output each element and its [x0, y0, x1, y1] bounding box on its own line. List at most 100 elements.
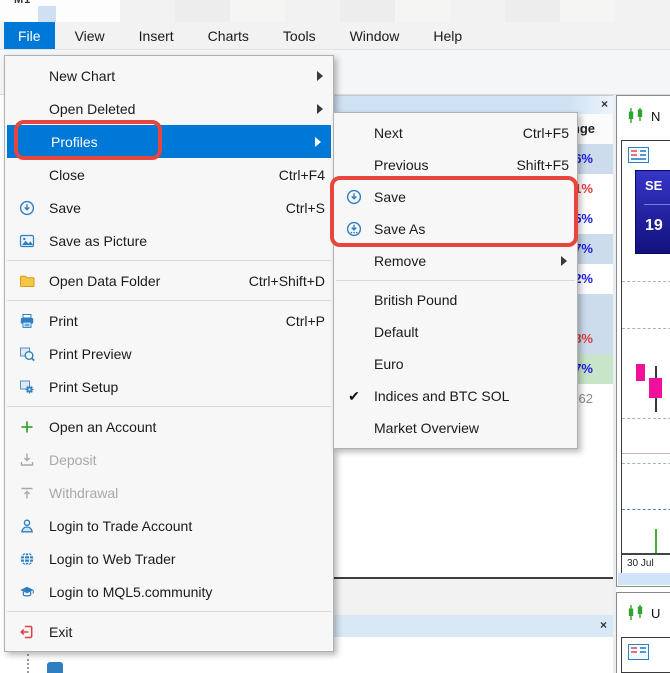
- menu-item-shortcut: Ctrl+Shift+D: [249, 273, 325, 289]
- menu-item-save-as-picture[interactable]: Save as Picture: [5, 224, 333, 257]
- profiles-submenu: Next Ctrl+F5 Previous Shift+F5 Save Save…: [333, 112, 578, 449]
- menu-item-shortcut: Shift+F5: [516, 157, 569, 173]
- sell-price-fragment: 19: [645, 217, 663, 235]
- submenu-item-next[interactable]: Next Ctrl+F5: [334, 117, 577, 149]
- submenu-arrow-icon: [317, 104, 323, 114]
- window-titlebar: M1: [0, 0, 670, 22]
- menu-separator: [7, 611, 331, 612]
- menu-item-label: Withdrawal: [49, 485, 118, 501]
- quotes-table-icon[interactable]: [628, 147, 649, 163]
- graduation-cap-icon: [5, 584, 49, 600]
- chart-window-1: N SE 19: [616, 95, 670, 587]
- print-preview-icon: [5, 346, 49, 362]
- chart-window-1-title: N: [627, 108, 660, 124]
- submenu-item-default[interactable]: Default: [334, 316, 577, 348]
- grid-line: [622, 463, 670, 464]
- chart-symbol-fragment: N: [651, 109, 660, 124]
- chart-canvas-1[interactable]: SE 19 30 Jul: [621, 140, 670, 574]
- menu-item-print[interactable]: Print Ctrl+P: [5, 304, 333, 337]
- candlestick: [649, 378, 662, 398]
- menu-item-label: Close: [49, 167, 85, 183]
- menu-item-label: Market Overview: [374, 420, 479, 436]
- menu-view[interactable]: View: [61, 22, 119, 49]
- menu-item-open-an-account[interactable]: Open an Account: [5, 410, 333, 443]
- titlebar-mottle: [120, 0, 670, 22]
- menu-item-label: Next: [374, 125, 403, 141]
- menu-item-label: Indices and BTC SOL: [374, 388, 509, 404]
- menu-item-shortcut: Ctrl+F5: [523, 125, 569, 141]
- menu-item-save[interactable]: Save Ctrl+S: [5, 191, 333, 224]
- x-axis: [622, 553, 670, 555]
- bottom-panel: ×: [330, 577, 613, 673]
- menu-item-new-chart[interactable]: New Chart: [5, 59, 333, 92]
- menu-item-deposit: Deposit: [5, 443, 333, 476]
- deposit-icon: [5, 452, 49, 468]
- price-level-line: [622, 453, 670, 454]
- submenu-item-remove[interactable]: Remove: [334, 245, 577, 277]
- sell-label-fragment: SE: [645, 178, 662, 193]
- chart-window-2-title: U: [627, 605, 660, 621]
- menu-item-label: Open Deleted: [49, 101, 135, 117]
- withdrawal-icon: [5, 485, 49, 501]
- x-axis-date-label: 30 Jul: [627, 558, 654, 569]
- grid-line: [622, 281, 670, 282]
- grid-line: [622, 328, 670, 329]
- menu-file[interactable]: File: [4, 22, 55, 49]
- one-click-sell-button[interactable]: SE 19: [635, 170, 670, 254]
- menu-item-print-preview[interactable]: Print Preview: [5, 337, 333, 370]
- menu-item-print-setup[interactable]: Print Setup: [5, 370, 333, 403]
- menu-separator: [336, 280, 575, 281]
- menu-item-label: Deposit: [49, 452, 96, 468]
- grid-line: [622, 418, 670, 419]
- bottom-panel-header: ×: [330, 615, 613, 637]
- close-icon[interactable]: ×: [600, 618, 607, 632]
- submenu-arrow-icon: [317, 71, 323, 81]
- titlebar-button-fragment: [38, 6, 56, 22]
- menu-item-label: British Pound: [374, 292, 457, 308]
- submenu-item-euro[interactable]: Euro: [334, 348, 577, 380]
- chart-window-1-scroll-strip[interactable]: [618, 573, 670, 585]
- menu-window[interactable]: Window: [336, 22, 414, 49]
- menu-item-login-web-trader[interactable]: Login to Web Trader: [5, 542, 333, 575]
- print-setup-icon: [5, 379, 49, 395]
- submenu-item-market-overview[interactable]: Market Overview: [334, 412, 577, 444]
- menu-item-login-mql5[interactable]: Login to MQL5.community: [5, 575, 333, 608]
- menu-item-login-trade-account[interactable]: Login to Trade Account: [5, 509, 333, 542]
- menu-item-label: Print Setup: [49, 379, 118, 395]
- menu-item-label: New Chart: [49, 68, 115, 84]
- menu-item-label: Euro: [374, 356, 404, 372]
- menu-item-shortcut: Ctrl+S: [286, 200, 325, 216]
- submenu-item-british-pound[interactable]: British Pound: [334, 284, 577, 316]
- globe-icon: [5, 551, 49, 567]
- menu-item-shortcut: Ctrl+P: [286, 313, 325, 329]
- menu-insert[interactable]: Insert: [125, 22, 188, 49]
- tree-node-icon: [47, 662, 63, 673]
- picture-icon: [5, 233, 49, 249]
- tree-branch-line: [27, 654, 29, 673]
- menu-item-label: Save: [49, 200, 81, 216]
- volume-bar: [655, 529, 657, 553]
- plus-icon: [5, 419, 49, 435]
- checkmark-icon: ✔: [334, 388, 374, 405]
- submenu-item-indices-and-btc-sol[interactable]: ✔ Indices and BTC SOL: [334, 380, 577, 412]
- menu-tools[interactable]: Tools: [269, 22, 330, 49]
- person-icon: [5, 518, 49, 534]
- menu-help[interactable]: Help: [419, 22, 476, 49]
- menu-item-close[interactable]: Close Ctrl+F4: [5, 158, 333, 191]
- menu-item-open-data-folder[interactable]: Open Data Folder Ctrl+Shift+D: [5, 264, 333, 297]
- menu-charts[interactable]: Charts: [194, 22, 263, 49]
- submenu-arrow-icon: [561, 256, 567, 266]
- chart-canvas-2[interactable]: [621, 637, 670, 673]
- menu-item-withdrawal: Withdrawal: [5, 476, 333, 509]
- annotation-box-profiles: [14, 120, 162, 160]
- menu-item-exit[interactable]: Exit: [5, 615, 333, 648]
- menu-item-label: Open an Account: [49, 419, 156, 435]
- menu-item-label: Login to Trade Account: [49, 518, 192, 534]
- chart-symbol-fragment: U: [651, 606, 660, 621]
- quotes-table-icon[interactable]: [628, 644, 649, 660]
- metatrader-window: M1 File View Insert Charts Tools Window …: [0, 0, 670, 673]
- grid-line: [622, 509, 670, 510]
- menu-item-label: Save as Picture: [49, 233, 147, 249]
- close-icon[interactable]: ×: [601, 97, 608, 111]
- exit-icon: [5, 624, 49, 640]
